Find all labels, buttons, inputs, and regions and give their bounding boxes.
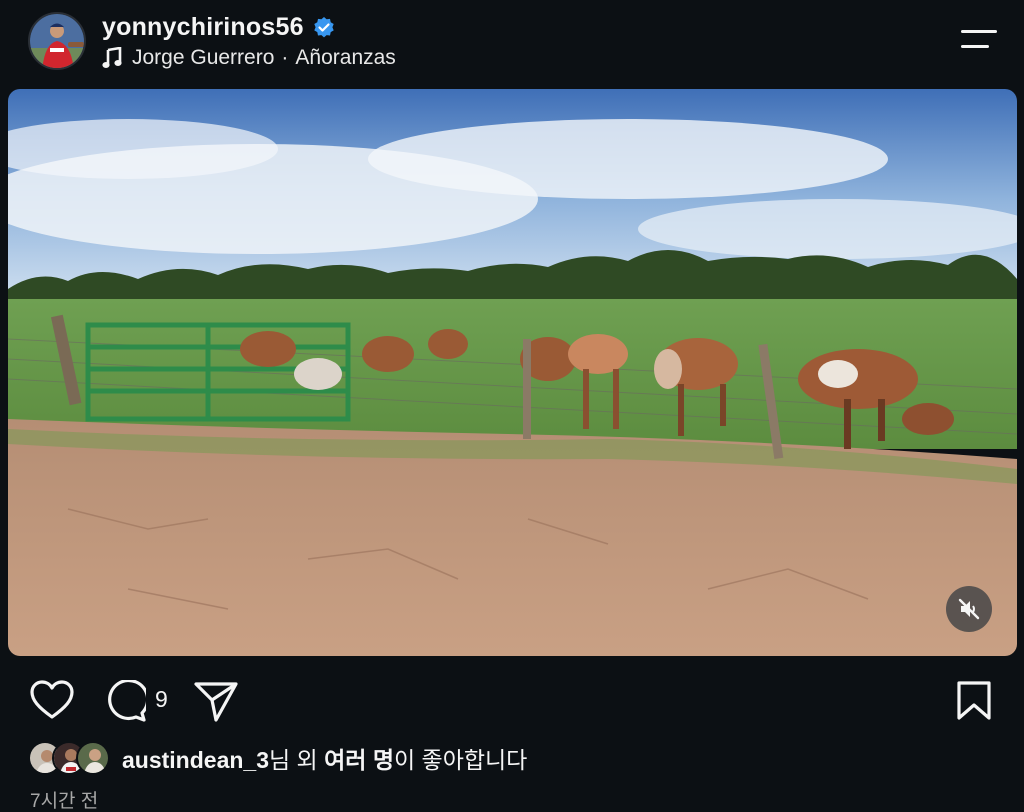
post-header: yonnychirinos56 Jorge Guerrero · Añoranz… — [0, 0, 1024, 88]
liker-avatars — [28, 741, 110, 775]
like-button[interactable] — [30, 680, 74, 725]
heart-icon — [30, 680, 74, 719]
profile-avatar[interactable] — [28, 12, 86, 70]
liked-by-username[interactable]: austindean_3 — [122, 747, 269, 773]
music-artist: Jorge Guerrero — [132, 46, 275, 69]
comment-count: 9 — [155, 686, 168, 712]
username[interactable]: yonnychirinos56 — [102, 13, 304, 42]
share-icon — [194, 682, 238, 722]
liked-by-tail: 이 좋아합니다 — [393, 747, 528, 773]
post-photo — [8, 89, 1017, 656]
likes-text: austindean_3님 외 여러 명이 좋아합니다 — [122, 741, 527, 775]
action-bar — [0, 676, 1024, 726]
post-timestamp: 7시간 전 — [30, 791, 99, 812]
liked-by-suffix: 님 외 — [269, 747, 325, 773]
share-button[interactable] — [194, 680, 238, 727]
menu-button[interactable] — [960, 28, 998, 52]
mute-icon — [958, 598, 980, 620]
post-media[interactable] — [8, 89, 1017, 656]
music-separator: · — [281, 46, 289, 69]
music-note-icon — [102, 47, 122, 68]
menu-icon — [961, 30, 997, 48]
verified-badge-icon — [313, 16, 334, 37]
likes-summary[interactable]: austindean_3님 외 여러 명이 좋아합니다 — [28, 741, 527, 775]
music-title: Añoranzas — [295, 46, 396, 69]
music-info[interactable]: Jorge Guerrero · Añoranzas — [102, 46, 396, 70]
liked-by-others[interactable]: 여러 명 — [324, 747, 394, 773]
mute-button[interactable] — [946, 586, 992, 632]
comment-button[interactable] — [104, 678, 150, 727]
liker-avatar — [76, 741, 110, 775]
bookmark-icon — [957, 681, 991, 720]
bookmark-button[interactable] — [956, 680, 992, 727]
comment-icon — [108, 678, 150, 722]
